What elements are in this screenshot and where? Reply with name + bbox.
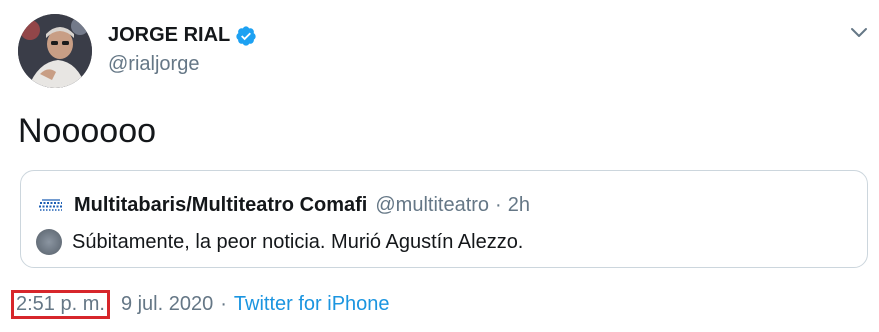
tweet-text: Noooooo xyxy=(18,112,157,150)
quoted-separator: · xyxy=(495,193,502,216)
author-display-name[interactable]: JORGE RIAL xyxy=(108,24,230,47)
quoted-author-handle: @multiteatro xyxy=(375,193,490,216)
media-thumbnail-icon xyxy=(36,229,62,255)
quoted-author-name: Multitabaris/Multiteatro Comafi xyxy=(74,193,368,216)
chevron-down-icon[interactable] xyxy=(849,22,869,42)
quoted-tweet-body: Súbitamente, la peor noticia. Murió Agus… xyxy=(36,229,523,255)
tweet-date[interactable]: 9 jul. 2020 xyxy=(121,293,213,316)
quoted-tweet-card[interactable]: Multitabaris/Multiteatro Comafi @multite… xyxy=(20,170,868,268)
tweet-source-link[interactable]: Twitter for iPhone xyxy=(234,293,390,316)
verified-badge-icon xyxy=(235,25,257,47)
quoted-tweet-header: Multitabaris/Multiteatro Comafi @multite… xyxy=(36,190,530,220)
author-handle[interactable]: @rialjorge xyxy=(108,53,199,76)
author-avatar[interactable] xyxy=(18,14,92,88)
tweet-meta: 2:51 p. m. 9 jul. 2020 · Twitter for iPh… xyxy=(11,290,390,319)
tweet-time[interactable]: 2:51 p. m. xyxy=(11,290,110,319)
multiteatro-logo-icon[interactable] xyxy=(36,190,66,220)
avatar-image-icon xyxy=(18,14,92,88)
quoted-tweet-text: Súbitamente, la peor noticia. Murió Agus… xyxy=(72,230,524,253)
meta-separator: · xyxy=(220,293,227,315)
quoted-timestamp[interactable]: 2h xyxy=(508,194,530,217)
author-name-row[interactable]: JORGE RIAL xyxy=(108,24,257,47)
